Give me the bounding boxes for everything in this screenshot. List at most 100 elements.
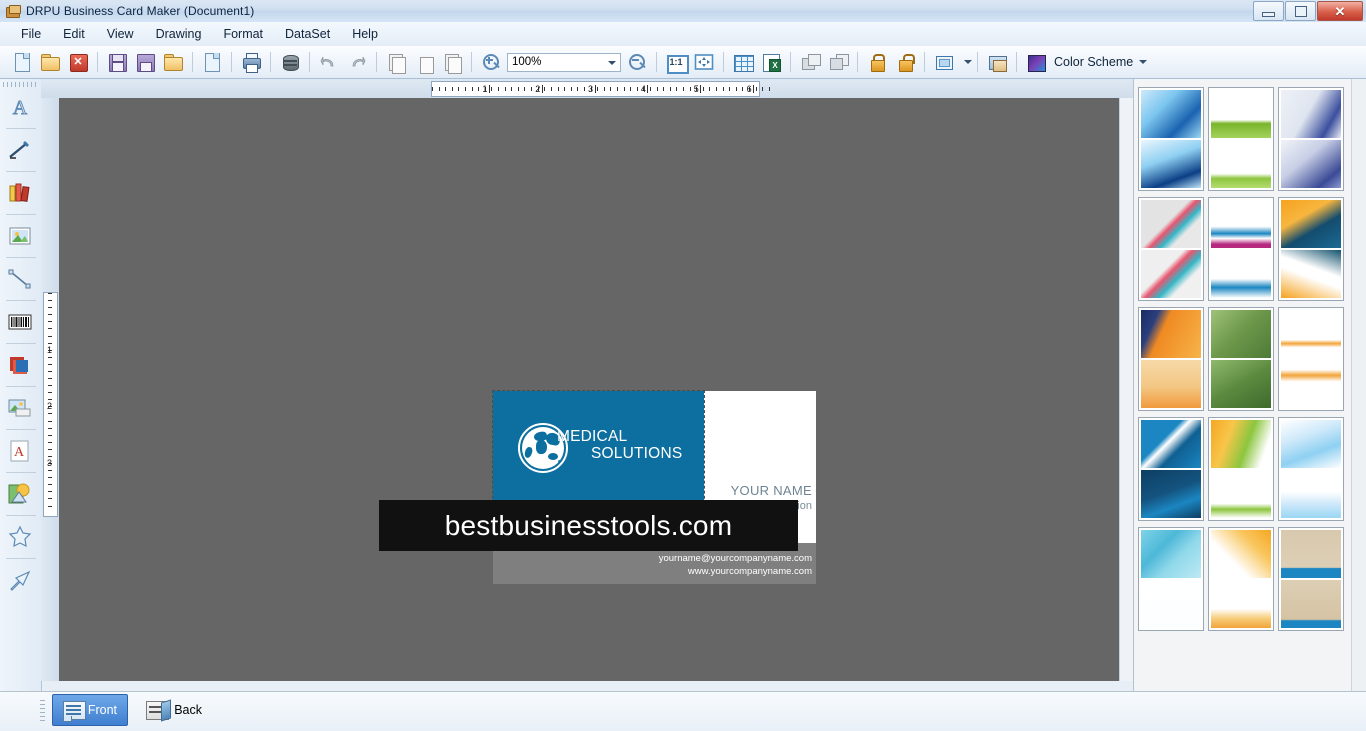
bring-to-front-icon[interactable]	[797, 50, 823, 75]
template-thumbnail[interactable]	[1208, 87, 1274, 191]
picture-tool-icon[interactable]	[2, 218, 38, 254]
cut-icon[interactable]	[411, 50, 437, 75]
template-thumbnail[interactable]	[1278, 87, 1344, 191]
card-person-name: YOUR NAME	[712, 483, 812, 498]
paste-icon[interactable]	[439, 50, 465, 75]
template-back-preview	[1141, 140, 1201, 188]
minimize-button[interactable]	[1253, 1, 1284, 21]
save-as-document-icon[interactable]	[132, 50, 158, 75]
unlock-object-icon[interactable]	[892, 50, 918, 75]
template-back-preview	[1211, 360, 1271, 408]
text-tool-icon[interactable]: A	[2, 89, 38, 125]
template-front-preview	[1141, 90, 1201, 138]
status-grip[interactable]	[40, 700, 45, 724]
application-window: DRPU Business Card Maker (Document1) ✕ F…	[0, 0, 1366, 730]
zoom-in-icon[interactable]	[478, 50, 504, 75]
database-icon[interactable]	[277, 50, 303, 75]
fit-to-window-icon[interactable]	[691, 50, 717, 75]
star-shape-tool-icon[interactable]	[2, 519, 38, 555]
business-card-design[interactable]: MEDICAL SOLUTIONS YOUR NAME your designa…	[493, 391, 816, 584]
template-front-preview	[1211, 530, 1271, 578]
template-thumbnail[interactable]	[1278, 197, 1344, 301]
dock-grip[interactable]	[3, 82, 38, 87]
copy-icon[interactable]	[383, 50, 409, 75]
menu-drawing[interactable]: Drawing	[145, 24, 213, 44]
zoom-level-select[interactable]: 100%	[507, 53, 621, 72]
align-dropdown-arrow[interactable]	[959, 50, 971, 75]
template-thumbnail[interactable]	[1208, 307, 1274, 411]
template-front-preview	[1281, 90, 1341, 138]
color-scheme-icon[interactable]	[1023, 50, 1049, 75]
company-line-2: SOLUTIONS	[557, 445, 707, 462]
menu-view[interactable]: View	[96, 24, 145, 44]
window-title: DRPU Business Card Maker (Document1)	[26, 4, 254, 18]
card-contact-block[interactable]: yourname@yourcompanyname.com www.yourcom…	[659, 552, 812, 579]
chevron-down-icon	[608, 61, 616, 65]
title-bar: DRPU Business Card Maker (Document1) ✕	[0, 0, 1366, 23]
send-to-back-icon[interactable]	[825, 50, 851, 75]
toolbar-separator	[270, 52, 271, 72]
template-thumbnail[interactable]	[1138, 527, 1204, 631]
signature-tool-icon[interactable]	[2, 132, 38, 168]
template-front-preview	[1141, 420, 1201, 468]
show-grid-icon[interactable]	[730, 50, 756, 75]
template-thumbnail[interactable]	[1138, 87, 1204, 191]
zoom-out-icon[interactable]	[624, 50, 650, 75]
vertical-ruler-scale: 123	[43, 292, 58, 517]
actual-size-icon[interactable]: 1:1	[663, 50, 689, 75]
redo-icon[interactable]	[344, 50, 370, 75]
page-tab-back[interactable]: Back	[136, 694, 212, 726]
menu-file[interactable]: File	[10, 24, 52, 44]
gallery-vertical-scrollbar[interactable]	[1351, 79, 1366, 691]
barcode-tool-icon[interactable]	[2, 304, 38, 340]
arrow-tool-icon[interactable]	[2, 562, 38, 598]
export-excel-icon[interactable]: X	[758, 50, 784, 75]
align-objects-icon[interactable]	[931, 50, 957, 75]
toolbar-separator	[471, 52, 472, 72]
save-document-icon[interactable]	[104, 50, 130, 75]
design-canvas[interactable]: MEDICAL SOLUTIONS YOUR NAME your designa…	[59, 98, 1129, 681]
shapes-tool-icon[interactable]	[2, 347, 38, 383]
dock-separator	[6, 515, 36, 516]
dock-separator	[6, 472, 36, 473]
color-scheme-chevron-down-icon[interactable]	[1139, 60, 1147, 64]
template-thumbnail[interactable]	[1138, 307, 1204, 411]
print-document-icon[interactable]	[238, 50, 264, 75]
dock-separator	[6, 386, 36, 387]
template-thumbnail[interactable]	[1138, 417, 1204, 521]
document-properties-icon[interactable]	[199, 50, 225, 75]
color-scheme-label[interactable]: Color Scheme	[1054, 55, 1133, 69]
watermark-text-tool-icon[interactable]: A	[2, 433, 38, 469]
card-company-name: MEDICAL SOLUTIONS	[557, 428, 707, 463]
template-thumbnail[interactable]	[1278, 417, 1344, 521]
template-thumbnail[interactable]	[1208, 527, 1274, 631]
new-document-icon[interactable]	[9, 50, 35, 75]
template-thumbnail[interactable]	[1138, 197, 1204, 301]
template-thumbnail[interactable]	[1278, 527, 1344, 631]
menu-dataset[interactable]: DataSet	[274, 24, 341, 44]
company-line-1: MEDICAL	[557, 428, 707, 445]
close-button[interactable]: ✕	[1317, 1, 1363, 21]
maximize-restore-button[interactable]	[1285, 1, 1316, 21]
menu-edit[interactable]: Edit	[52, 24, 96, 44]
lock-object-icon[interactable]	[864, 50, 890, 75]
template-thumbnail[interactable]	[1278, 307, 1344, 411]
toolbar-separator	[857, 52, 858, 72]
template-thumbnail[interactable]	[1208, 197, 1274, 301]
background-image-icon[interactable]	[984, 50, 1010, 75]
canvas-vertical-scrollbar[interactable]	[1119, 98, 1134, 681]
template-front-preview	[1141, 530, 1201, 578]
line-tool-icon[interactable]	[2, 261, 38, 297]
close-document-icon[interactable]: ✕	[65, 50, 91, 75]
menu-format[interactable]: Format	[212, 24, 274, 44]
open-document-icon[interactable]	[37, 50, 63, 75]
undo-icon[interactable]	[316, 50, 342, 75]
left-tool-dock: A	[0, 79, 42, 691]
menu-help[interactable]: Help	[341, 24, 389, 44]
template-thumbnail[interactable]	[1208, 417, 1274, 521]
library-tool-icon[interactable]	[2, 175, 38, 211]
page-tab-front[interactable]: Front	[52, 694, 128, 726]
image-frame-tool-icon[interactable]	[2, 390, 38, 426]
watermark-image-tool-icon[interactable]	[2, 476, 38, 512]
import-document-icon[interactable]	[160, 50, 186, 75]
